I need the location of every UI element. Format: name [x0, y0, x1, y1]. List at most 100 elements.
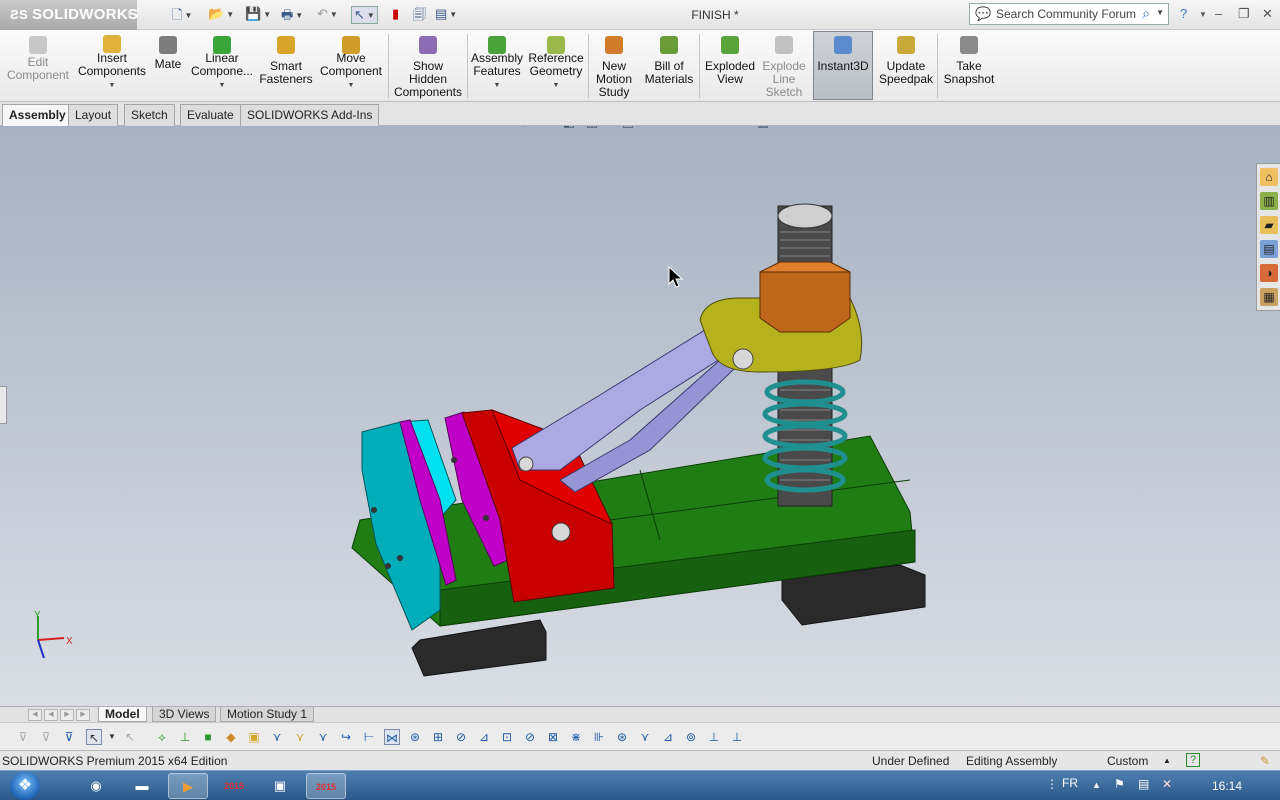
filter-axes-icon[interactable]: ⋎: [269, 729, 285, 745]
tab-model[interactable]: Model: [98, 707, 147, 722]
filter-center-marks-icon[interactable]: ⋈: [384, 729, 400, 745]
view-palette-icon[interactable]: ▤: [1260, 240, 1278, 258]
clock-time[interactable]: 16:14: [1212, 779, 1242, 793]
last-tab-arrow-icon[interactable]: ▶: [76, 709, 90, 721]
filter-geometric-tolerance-icon[interactable]: ⊿: [476, 729, 492, 745]
media-player-icon[interactable]: ▶: [168, 773, 208, 799]
tab-3d-views[interactable]: 3D Views: [152, 707, 217, 722]
tab-assembly[interactable]: Assembly: [2, 104, 73, 126]
filter-sketch-points-icon[interactable]: ⋎: [315, 729, 331, 745]
filter-weld-beads-icon[interactable]: ⊥: [729, 729, 745, 745]
filter-solid-bodies-icon[interactable]: ▣: [246, 729, 262, 745]
filter-surface-bodies-icon[interactable]: ◆: [223, 729, 239, 745]
filter-surface-finish-icon[interactable]: ⊘: [453, 729, 469, 745]
take-snapshot-button[interactable]: Take Snapshot: [940, 32, 998, 100]
language-indicator[interactable]: FR: [1062, 776, 1078, 790]
search-community-input[interactable]: 💬 Search Community Forum ⌕ ▼: [969, 3, 1169, 25]
help-question-icon[interactable]: ?: [1186, 753, 1200, 767]
windows-start-button[interactable]: ❖: [10, 772, 40, 800]
close-icon[interactable]: ✕: [1262, 6, 1273, 22]
network-disconnected-icon[interactable]: ✕: [1162, 777, 1172, 791]
filter-options-icon[interactable]: ⊽: [38, 729, 54, 745]
linear-component-pattern-button[interactable]: Linear Compone... ▼: [188, 32, 256, 100]
clear-filters-icon[interactable]: ⊽: [61, 729, 77, 745]
filter-mid-surfaces-icon[interactable]: ⊥: [706, 729, 722, 745]
filter-faces-icon[interactable]: ■: [200, 729, 216, 745]
help-icon[interactable]: ?: [1180, 6, 1187, 21]
appearances-icon[interactable]: ◑: [1260, 264, 1278, 282]
units-up-arrow-icon[interactable]: ▲: [1163, 756, 1171, 765]
help-dropdown-icon[interactable]: ▼: [1199, 10, 1207, 19]
unit-system-selector[interactable]: Custom: [1107, 754, 1148, 768]
prev-tab-arrow-icon[interactable]: ◀: [44, 709, 58, 721]
filter-routing-points-icon[interactable]: ⊚: [683, 729, 699, 745]
filter-midpoints-icon[interactable]: ⊢: [361, 729, 377, 745]
filter-vertices-icon[interactable]: ⟡: [154, 729, 170, 745]
select-tool-icon[interactable]: ↖: [86, 729, 102, 745]
custom-properties-icon[interactable]: ▦: [1260, 288, 1278, 306]
exploded-view-button[interactable]: Exploded View: [702, 32, 758, 100]
graphics-area[interactable]: ⌕ ⊕ ↺ ◧ ◫ ▣ ◔ ◕ ✺ ▥ ◧ ◨ ‒ ❐ ✕: [0, 126, 1280, 706]
filter-weld-symbols-icon[interactable]: ⊠: [545, 729, 561, 745]
action-center-flag-icon[interactable]: ⚑: [1114, 777, 1125, 791]
filter-dowel-pin-icon[interactable]: ⋎: [637, 729, 653, 745]
chevron-down-icon[interactable]: ▼: [76, 79, 148, 92]
editing-mode-text: Editing Assembly: [966, 754, 1058, 768]
filter-notes-icon[interactable]: ⊡: [499, 729, 515, 745]
show-hidden-components-button[interactable]: Show Hidden Components: [392, 32, 464, 100]
filter-connection-points-icon[interactable]: ⊿: [660, 729, 676, 745]
toggle-filter-icon[interactable]: ⊽: [15, 729, 31, 745]
solidworks-2015-icon[interactable]: 2015: [214, 773, 254, 799]
device-icon[interactable]: ▤: [1138, 777, 1149, 791]
rebuild-status-icon[interactable]: ✎: [1260, 754, 1270, 768]
reference-geometry-button[interactable]: Reference Geometry ▼: [527, 32, 585, 100]
filter-datum-targets-icon[interactable]: ⋇: [568, 729, 584, 745]
design-library-icon[interactable]: ▥: [1260, 192, 1278, 210]
filter-sketch-segments-icon[interactable]: ↪: [338, 729, 354, 745]
filter-cosmetic-threads-icon[interactable]: ⊪: [591, 729, 607, 745]
file-explorer-icon[interactable]: ▬: [122, 773, 162, 799]
instant3d-toggle[interactable]: Instant3D: [813, 31, 873, 100]
tab-layout[interactable]: Layout: [68, 104, 119, 126]
chevron-down-icon[interactable]: ▼: [470, 79, 524, 92]
filter-planes-icon[interactable]: ⋎: [292, 729, 308, 745]
new-motion-study-button[interactable]: New Motion Study: [591, 32, 637, 100]
move-component-button[interactable]: Move Component ▼: [316, 32, 386, 100]
update-speedpak-button[interactable]: Update Speedpak: [877, 32, 935, 100]
bill-of-materials-button[interactable]: Bill of Materials: [642, 32, 696, 100]
search-icon[interactable]: ⌕: [1142, 5, 1150, 22]
smart-fasteners-button[interactable]: Smart Fasteners: [258, 32, 314, 100]
select-dropdown-icon[interactable]: ▼: [104, 729, 120, 745]
chevron-down-icon[interactable]: ▼: [1156, 8, 1164, 17]
tab-solidworks-add-ins[interactable]: SOLIDWORKS Add-Ins: [240, 104, 380, 126]
mate-button[interactable]: Mate: [150, 32, 186, 100]
filter-blocks-icon[interactable]: ⊛: [614, 729, 630, 745]
filter-dimensions-icon[interactable]: ⊞: [430, 729, 446, 745]
tab-motion-study-1[interactable]: Motion Study 1: [220, 707, 315, 722]
restore-icon[interactable]: ❐: [1238, 6, 1250, 22]
magnified-select-icon[interactable]: ↖: [122, 729, 138, 745]
file-explorer-icon[interactable]: ▰: [1260, 216, 1278, 234]
solidworks-2015-active-icon[interactable]: 2015: [306, 773, 346, 799]
tab-sketch[interactable]: Sketch: [124, 104, 175, 126]
app-photoshop-icon[interactable]: ▣: [260, 773, 300, 799]
explode-line-sketch-button[interactable]: Explode Line Sketch: [760, 32, 808, 100]
first-tab-arrow-icon[interactable]: ◀: [28, 709, 42, 721]
filter-centerline-icon[interactable]: ⊛: [407, 729, 423, 745]
firefox-icon[interactable]: ◉: [76, 773, 116, 799]
tab-evaluate[interactable]: Evaluate: [180, 104, 241, 126]
minimize-icon[interactable]: ‒: [1215, 6, 1222, 21]
filter-edges-icon[interactable]: ⊥: [177, 729, 193, 745]
next-tab-arrow-icon[interactable]: ▶: [60, 709, 74, 721]
insert-components-button[interactable]: Insert Components ▼: [76, 32, 148, 100]
feature-tree-expand-handle[interactable]: [0, 386, 7, 424]
edit-component-button[interactable]: Edit Component: [4, 32, 72, 100]
chevron-down-icon[interactable]: ▼: [188, 79, 256, 92]
assembly-model[interactable]: [0, 126, 1280, 706]
tray-expand-icon[interactable]: ▲: [1092, 780, 1101, 790]
chevron-down-icon[interactable]: ▼: [316, 79, 386, 92]
chevron-down-icon[interactable]: ▼: [527, 79, 585, 92]
assembly-features-button[interactable]: Assembly Features ▼: [470, 32, 524, 100]
filter-datum-features-icon[interactable]: ⊘: [522, 729, 538, 745]
home-icon[interactable]: ⌂: [1260, 168, 1278, 186]
